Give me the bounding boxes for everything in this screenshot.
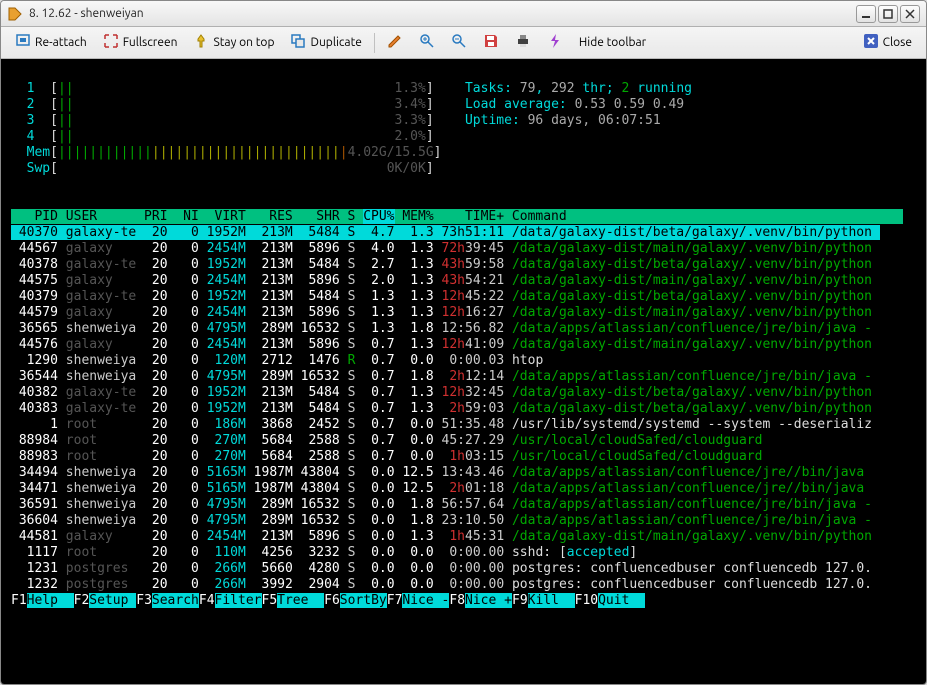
duplicate-icon	[290, 33, 306, 52]
app-window: 8. 12.62 - shenweiyan Re-attach Fullscre…	[0, 0, 927, 685]
flash-button[interactable]	[541, 30, 569, 55]
fullscreen-button[interactable]: Fullscreen	[97, 30, 184, 55]
save-button[interactable]	[477, 30, 505, 55]
fullscreen-icon	[103, 33, 119, 52]
close-icon	[863, 33, 879, 52]
app-icon	[7, 6, 23, 22]
reattach-icon	[15, 33, 31, 52]
stayontop-button[interactable]: Stay on top	[187, 30, 280, 55]
fullscreen-label: Fullscreen	[123, 36, 178, 49]
pencil-icon	[387, 33, 403, 52]
reattach-label: Re-attach	[35, 36, 87, 49]
zoomout-button[interactable]	[445, 30, 473, 55]
reattach-button[interactable]: Re-attach	[9, 30, 93, 55]
edit-button[interactable]	[381, 30, 409, 55]
lightning-icon	[547, 33, 563, 52]
duplicate-label: Duplicate	[310, 36, 361, 49]
htop-header: PID USER PRI NI VIRT RES SHR S CPU% MEM%…	[11, 209, 916, 225]
floppy-icon	[483, 33, 499, 52]
duplicate-button[interactable]: Duplicate	[284, 30, 367, 55]
pin-icon	[193, 33, 209, 52]
stayontop-label: Stay on top	[213, 36, 274, 49]
process-list[interactable]: 40370 galaxy-te 20 0 1952M 213M 5484 S 4…	[11, 225, 916, 593]
maximize-button[interactable]	[878, 5, 898, 23]
close-tab-button[interactable]: Close	[857, 30, 918, 55]
close-tab-label: Close	[883, 36, 912, 49]
zoomin-icon	[419, 33, 435, 52]
window-title: 8. 12.62 - shenweiyan	[29, 7, 856, 20]
fkey-bar[interactable]: F1Help F2Setup F3SearchF4FilterF5Tree F6…	[11, 593, 916, 609]
print-button[interactable]	[509, 30, 537, 55]
hide-toolbar-button[interactable]: Hide toolbar	[573, 33, 652, 52]
zoomin-button[interactable]	[413, 30, 441, 55]
htop-meters: 1 [|| 1.3%] Tasks: 79, 292 thr; 2 runnin…	[11, 65, 916, 193]
zoomout-icon	[451, 33, 467, 52]
minimize-button[interactable]	[856, 5, 876, 23]
separator	[374, 33, 375, 53]
toolbar: Re-attach Fullscreen Stay on top Duplica…	[1, 27, 926, 59]
printer-icon	[515, 33, 531, 52]
terminal[interactable]: 1 [|| 1.3%] Tasks: 79, 292 thr; 2 runnin…	[1, 59, 926, 684]
hide-toolbar-label: Hide toolbar	[579, 36, 646, 49]
titlebar: 8. 12.62 - shenweiyan	[1, 1, 926, 27]
close-window-button[interactable]	[900, 5, 920, 23]
